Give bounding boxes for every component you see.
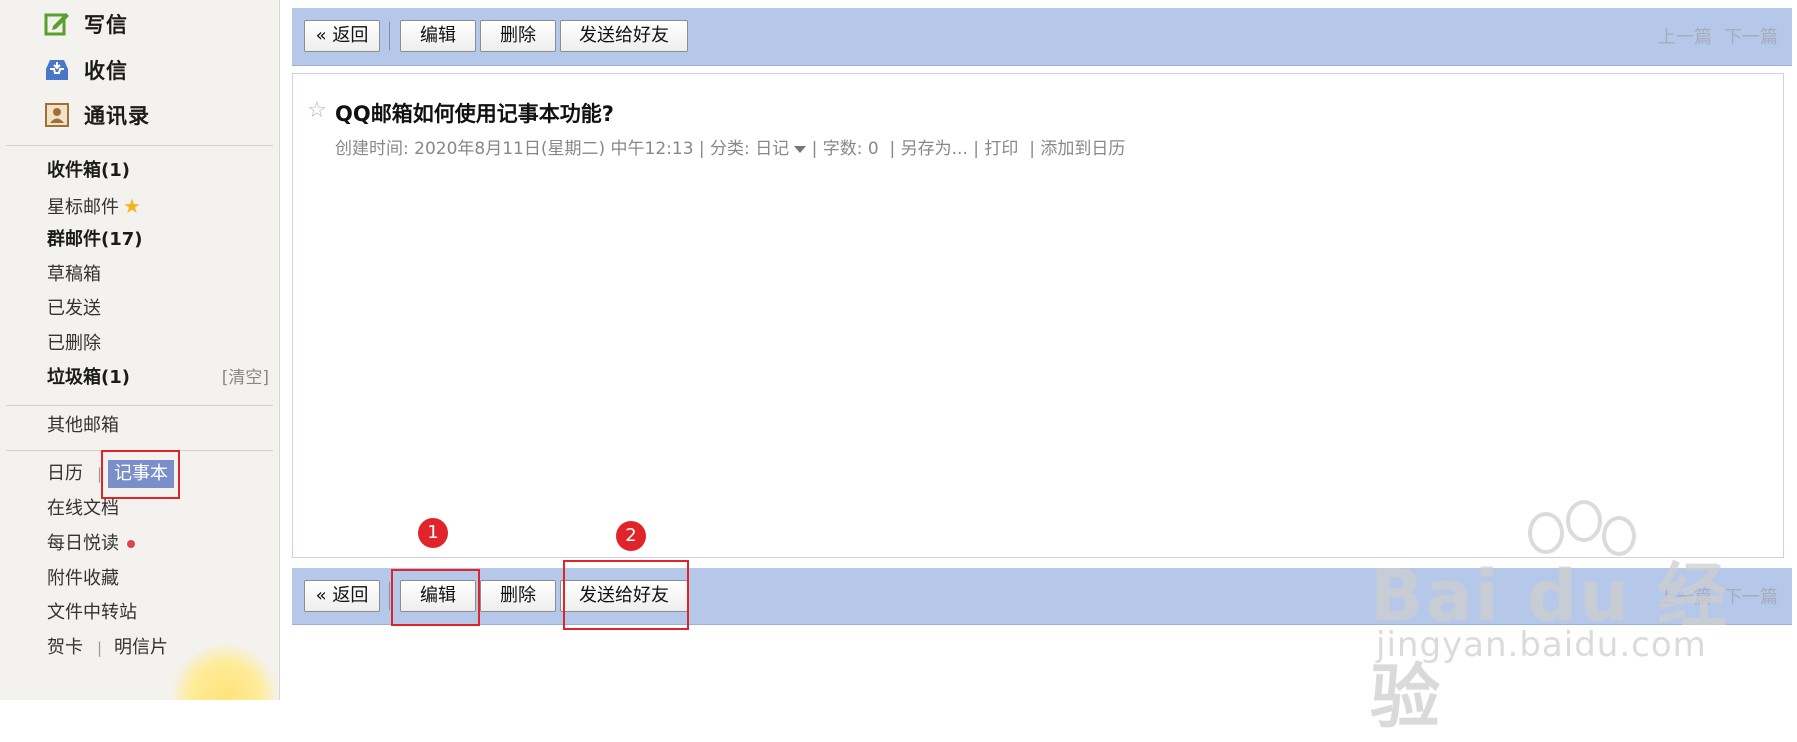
- toolbar-divider: [389, 22, 390, 50]
- folder-group[interactable]: 群邮件(17): [47, 227, 143, 253]
- back-button-bottom[interactable]: « 返回: [304, 580, 380, 612]
- next-note-link[interactable]: 下一篇: [1724, 23, 1778, 49]
- note-title: QQ邮箱如何使用记事本功能?: [335, 102, 614, 126]
- print-link[interactable]: | 打印: [973, 139, 1018, 159]
- created-value: 2020年8月11日(星期二) 中午12:13: [414, 139, 694, 159]
- watermark-url: jingyan.baidu.com: [1376, 625, 1707, 665]
- folder-drafts[interactable]: 草稿箱: [47, 262, 101, 288]
- calendar-link[interactable]: 日历: [47, 461, 83, 487]
- compose-label: 写信: [84, 13, 128, 37]
- note-meta: 创建时间: 2020年8月11日(星期二) 中午12:13 | 分类: 日记 |…: [335, 134, 1125, 159]
- category-dropdown[interactable]: 日记: [755, 139, 807, 159]
- add-to-calendar-link[interactable]: | 添加到日历: [1029, 139, 1125, 159]
- sidebar: 写信 收信 通讯录 收件箱(1) 星标邮件★ 群邮件(17) 草稿箱 已发送: [0, 0, 280, 700]
- sidebar-divider: [6, 405, 273, 406]
- postcard-link[interactable]: 明信片: [114, 635, 168, 661]
- sun-decoration-icon: [170, 642, 279, 700]
- contacts-button[interactable]: 通讯录: [44, 99, 150, 131]
- annotation-badge-1: 1: [418, 518, 448, 548]
- contacts-label: 通讯录: [84, 104, 150, 128]
- delete-button-bottom[interactable]: 删除: [480, 580, 556, 612]
- folder-deleted[interactable]: 已删除: [47, 331, 101, 357]
- compose-icon: [44, 11, 70, 37]
- top-toolbar: « 返回 编辑 删除 发送给好友 上一篇 下一篇: [292, 8, 1792, 66]
- highlight-box-send: [563, 560, 689, 630]
- folder-inbox[interactable]: 收件箱(1): [47, 158, 130, 184]
- wordcount-value: 0: [867, 139, 879, 159]
- daily-read-label: 每日悦读: [47, 533, 119, 554]
- daily-read-link[interactable]: 每日悦读: [47, 531, 135, 557]
- prev-note-link[interactable]: 上一篇: [1658, 23, 1712, 49]
- highlight-box-edit: [391, 569, 480, 626]
- greeting-card-link[interactable]: 贺卡: [47, 635, 83, 661]
- note-content: ☆ QQ邮箱如何使用记事本功能? 创建时间: 2020年8月11日(星期二) 中…: [292, 73, 1784, 558]
- sidebar-divider: [6, 145, 273, 146]
- file-transfer-link[interactable]: 文件中转站: [47, 600, 137, 626]
- wordcount-label: | 字数:: [811, 139, 863, 159]
- star-outline-icon[interactable]: ☆: [307, 98, 327, 123]
- star-icon: ★: [123, 194, 141, 218]
- new-dot-icon: [127, 540, 135, 548]
- edit-button[interactable]: 编辑: [400, 20, 476, 52]
- created-label: 创建时间:: [335, 139, 409, 159]
- paw-icon: [1566, 500, 1602, 542]
- contacts-icon: [44, 102, 70, 128]
- send-to-friend-button[interactable]: 发送给好友: [560, 20, 688, 52]
- receive-button[interactable]: 收信: [44, 54, 128, 86]
- folder-spam[interactable]: 垃圾箱(1): [47, 365, 130, 391]
- folder-sent[interactable]: 已发送: [47, 296, 101, 322]
- baidu-watermark: Bai du 经验 jingyan.baidu.com: [1370, 500, 1790, 738]
- back-button[interactable]: « 返回: [304, 20, 380, 52]
- highlight-box-notebook: [101, 450, 180, 499]
- receive-label: 收信: [84, 59, 128, 83]
- folder-starred[interactable]: 星标邮件 ★: [47, 193, 141, 219]
- annotation-badge-2: 2: [616, 521, 646, 551]
- category-value: 日记: [755, 139, 790, 159]
- caret-down-icon: [794, 145, 807, 153]
- clear-spam-link[interactable]: [清空]: [222, 365, 269, 391]
- pipe-separator: |: [97, 639, 103, 657]
- other-mailbox-link[interactable]: 其他邮箱: [47, 413, 119, 439]
- attachments-link[interactable]: 附件收藏: [47, 566, 119, 592]
- save-as-link[interactable]: | 另存为...: [890, 139, 968, 159]
- delete-button[interactable]: 删除: [480, 20, 556, 52]
- toolbar-divider: [389, 582, 390, 610]
- category-label: | 分类:: [698, 139, 750, 159]
- inbox-tray-icon: [44, 57, 70, 83]
- folder-starred-label: 星标邮件: [47, 197, 119, 218]
- compose-button[interactable]: 写信: [44, 8, 128, 40]
- online-docs-link[interactable]: 在线文档: [47, 496, 119, 522]
